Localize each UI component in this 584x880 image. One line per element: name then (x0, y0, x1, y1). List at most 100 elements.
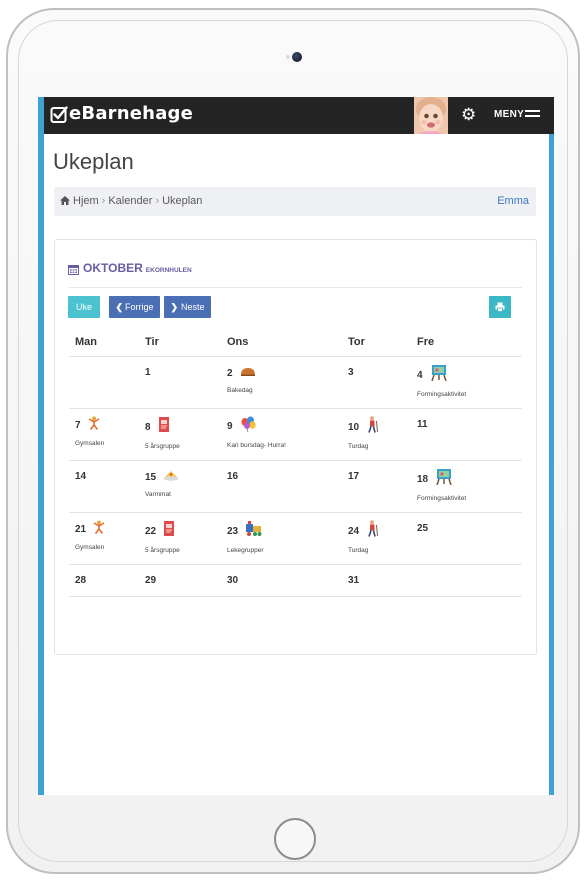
sensor-dot (286, 55, 290, 59)
calendar-day-cell[interactable]: 1 (145, 364, 151, 382)
chevron-left-icon: ❮ (115, 301, 124, 312)
hiker-icon (366, 416, 379, 438)
day-number: 16 (227, 471, 239, 483)
event-label[interactable]: Formingsaktivitet (417, 391, 466, 398)
previous-label: Forrige (125, 302, 154, 312)
breadcrumb-calendar[interactable]: Kalender (108, 195, 152, 207)
easel-icon (435, 468, 453, 490)
day-header-fre: Fre (417, 336, 435, 348)
row-divider (69, 596, 522, 597)
calendar-day-cell[interactable]: 7 Gymsalen (75, 416, 104, 447)
calendar-group: EKORNHULEN (145, 267, 192, 274)
day-number: 24 (348, 525, 360, 537)
calendar-day-cell[interactable]: 28 (75, 572, 86, 590)
calendar-day-cell[interactable]: 10 Turdag (348, 416, 379, 450)
row-divider (69, 564, 522, 565)
event-label[interactable]: Turdag (348, 443, 379, 450)
breadcrumb-home[interactable]: Hjem (73, 195, 99, 207)
calendar-day-cell[interactable]: 17 (348, 468, 359, 486)
breadcrumb: Hjem › Kalender › Ukeplan Emma (54, 187, 536, 216)
event-label[interactable]: Gymsalen (75, 440, 104, 447)
app-logo-text[interactable]: eBarnehage (69, 103, 193, 124)
calendar-day-cell[interactable]: 29 (145, 572, 156, 590)
day-header-tor: Tor (348, 336, 365, 348)
calendar-day-cell[interactable]: 24 Turdag (348, 520, 379, 554)
day-number: 2 (227, 367, 233, 379)
event-label[interactable]: Kari bursdag- Hurra! (227, 442, 286, 449)
divider (69, 287, 522, 288)
print-button[interactable] (489, 296, 511, 318)
calendar-day-cell[interactable]: 30 (227, 572, 238, 590)
calendar-day-cell[interactable]: 22 5 årsgruppe (145, 520, 180, 554)
day-header-man: Man (75, 336, 97, 348)
breadcrumb-user-link[interactable]: Emma (497, 195, 529, 207)
day-header-ons: Ons (227, 336, 249, 348)
calendar-day-cell[interactable]: 18 Formingsaktivitet (417, 468, 466, 502)
row-divider (69, 408, 522, 409)
calendar-day-cell[interactable]: 25 (417, 520, 428, 538)
event-label[interactable]: Varmmat (145, 491, 179, 498)
day-number: 14 (75, 471, 87, 483)
calendar-day-cell[interactable]: 11 (417, 416, 428, 434)
hiker-icon (366, 520, 379, 542)
app-screen: eBarnehage ⚙ MENY Ukeplan Hjem › Kalender ›… (38, 97, 554, 795)
gymnast-icon (93, 520, 105, 539)
baby-photo-icon (414, 97, 448, 134)
day-number: 23 (227, 525, 239, 537)
week-view-button[interactable]: Uke (68, 296, 100, 318)
screen-accent-left (38, 97, 44, 795)
calendar-day-cell[interactable]: 15 Varmmat (145, 468, 179, 498)
calendar-day-cell[interactable]: 2 Bakedag (227, 364, 256, 394)
toy-train-icon (245, 520, 263, 542)
page-title: Ukeplan (53, 149, 134, 174)
event-label[interactable]: Formingsaktivitet (417, 495, 466, 502)
checkbox-logo-icon (50, 106, 68, 123)
user-avatar[interactable] (414, 97, 448, 134)
food-icon (163, 468, 179, 486)
calendar-day-cell[interactable]: 31 (348, 572, 359, 590)
day-number: 10 (348, 421, 360, 433)
day-number: 4 (417, 369, 423, 381)
top-navbar: eBarnehage ⚙ MENY (44, 97, 554, 134)
calendar-day-cell[interactable]: 21 Gymsalen (75, 520, 105, 551)
calendar-day-cell[interactable]: 14 (75, 468, 86, 486)
row-divider (69, 460, 522, 461)
event-label[interactable]: 5 årsgruppe (145, 443, 180, 450)
breadcrumb-weekplan: Ukeplan (162, 195, 203, 207)
day-number: 7 (75, 420, 81, 431)
menu-label[interactable]: MENY (494, 109, 524, 120)
calendar-icon (68, 265, 79, 275)
event-label[interactable]: Bakedag (227, 387, 256, 394)
next-label: Neste (181, 302, 205, 312)
printer-icon (495, 302, 505, 312)
previous-button[interactable]: ❮ Forrige (109, 296, 160, 318)
event-label[interactable]: Turdag (348, 547, 379, 554)
day-number: 18 (417, 473, 429, 485)
gymnast-icon (88, 416, 100, 435)
calendar-day-cell[interactable]: 4 Formingsaktivitet (417, 364, 466, 398)
calendar-day-cell[interactable]: 23 Lekegrupper (227, 520, 264, 554)
calendar-day-cell[interactable]: 3 (348, 364, 354, 382)
event-label[interactable]: Lekegrupper (227, 547, 264, 554)
home-icon (60, 196, 70, 205)
event-label[interactable]: 5 årsgruppe (145, 547, 180, 554)
day-number: 21 (75, 524, 87, 535)
day-header-tir: Tir (145, 336, 159, 348)
home-button[interactable] (274, 818, 316, 860)
calendar-day-cell[interactable]: 16 (227, 468, 238, 486)
camera-lens (292, 52, 302, 62)
calendar-day-cell[interactable]: 8 5 årsgruppe (145, 416, 180, 450)
day-number: 28 (75, 575, 87, 587)
day-number: 9 (227, 421, 233, 432)
event-label[interactable]: Gymsalen (75, 544, 105, 551)
day-number: 22 (145, 525, 157, 537)
next-button[interactable]: ❯ Neste (164, 296, 211, 318)
row-divider (69, 356, 522, 357)
day-number: 17 (348, 471, 360, 483)
day-number: 8 (145, 421, 151, 433)
bread-icon (240, 364, 256, 382)
calendar-day-cell[interactable]: 9 Kari bursdag- Hurra! (227, 416, 286, 449)
hamburger-menu-icon[interactable] (525, 110, 540, 120)
settings-gear-icon[interactable]: ⚙ (461, 106, 476, 123)
breadcrumb-separator: › (101, 195, 106, 207)
